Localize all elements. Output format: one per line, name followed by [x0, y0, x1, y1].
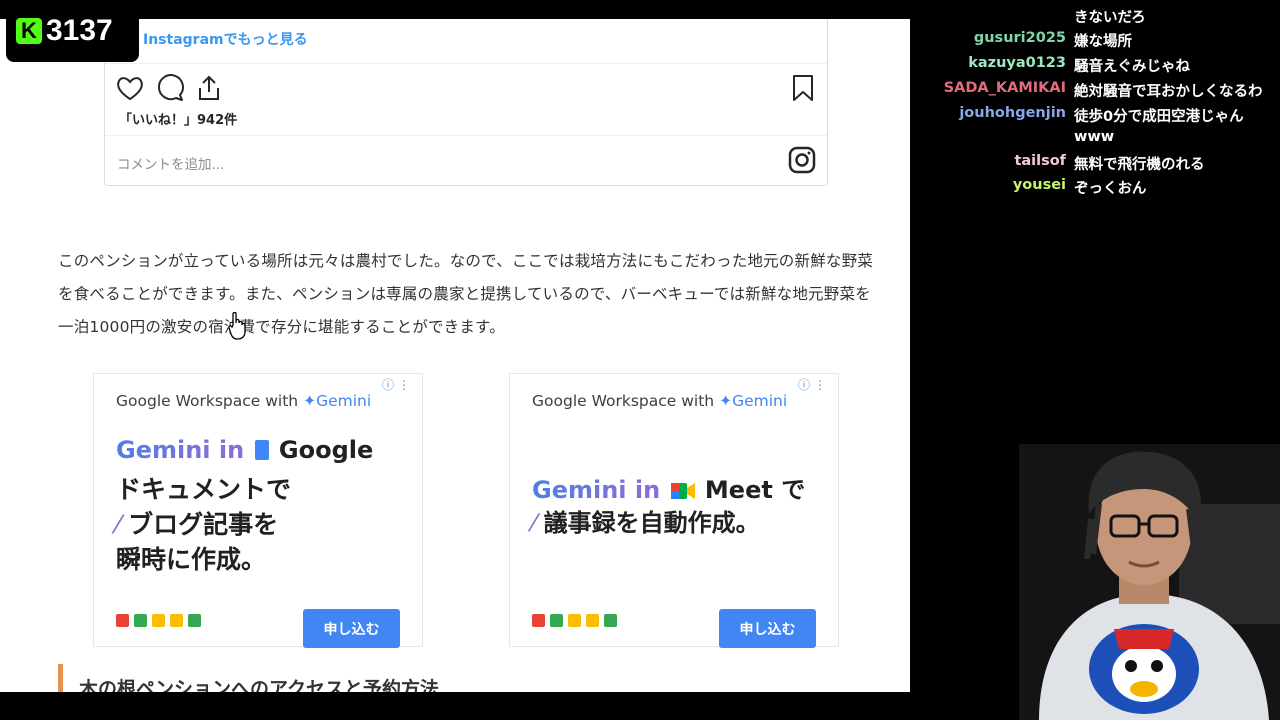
gemini-spark-icon: ✦: [303, 392, 317, 410]
ad-brand: Google Workspace with ✦Gemini: [116, 392, 372, 410]
instagram-embed: Instagramでもっと見る 「いいね！」942件 コメントを追加...: [104, 19, 828, 186]
google-docs-icon: [254, 440, 269, 460]
gmail-icon: [116, 614, 129, 627]
divider: [105, 63, 827, 64]
ad-brand: Google Workspace with ✦Gemini: [532, 392, 788, 410]
meet-icon: [188, 614, 201, 627]
webpage-viewport: Instagramでもっと見る 「いいね！」942件 コメントを追加... この…: [0, 19, 910, 692]
share-icon[interactable]: [194, 73, 224, 103]
section-heading: 木の根ペンションへのアクセスと予約方法: [58, 664, 439, 692]
drive-icon: [152, 614, 165, 627]
google-meet-icon: [670, 483, 695, 499]
like-count: 「いいね！」942件: [119, 113, 238, 128]
heart-icon[interactable]: [115, 73, 145, 103]
pen-icon: ⁄: [116, 510, 129, 539]
webcam-feed: [1019, 444, 1280, 720]
instagram-icon[interactable]: [788, 146, 816, 174]
gemini-spark-icon: ✦: [719, 392, 733, 410]
ad-body: ドキュメントで ⁄ ブログ記事を 瞬時に作成。: [116, 475, 292, 574]
comment-icon[interactable]: [155, 73, 185, 103]
hand-cursor-icon: [228, 311, 246, 340]
ad-info-icon[interactable]: ⓘ⋮: [798, 376, 830, 393]
gmail-icon: [532, 614, 545, 627]
kick-logo-icon: K: [16, 18, 42, 44]
sheets-icon: [550, 614, 563, 627]
ad-gemini-meet[interactable]: ⓘ⋮ Google Workspace with ✦Gemini Gemini …: [509, 373, 839, 648]
meet-icon: [604, 614, 617, 627]
comment-input[interactable]: コメントを追加...: [117, 153, 224, 173]
keep-icon: [170, 614, 183, 627]
streamer-webcam-image: [1019, 444, 1280, 720]
ad-body: ⁄ 議事録を自動作成。: [532, 509, 760, 537]
ad-apply-button[interactable]: 申し込む: [719, 609, 816, 648]
viewer-count: 3137: [46, 14, 113, 47]
workspace-app-icons: [116, 614, 201, 627]
bookmark-icon[interactable]: [788, 73, 818, 103]
article-paragraph: このペンションが立っている場所は元々は農村でした。なので、ここでは栽培方法にもこ…: [58, 251, 874, 336]
workspace-app-icons: [532, 614, 617, 627]
viewer-count-badge: K 3137: [6, 6, 139, 62]
divider: [105, 135, 827, 136]
ad-title: Gemini in Google: [116, 436, 374, 464]
ad-info-icon[interactable]: ⓘ⋮: [382, 376, 414, 393]
ad-apply-button[interactable]: 申し込む: [303, 609, 400, 648]
keep-icon: [586, 614, 599, 627]
ad-title: Gemini in Meet で: [532, 476, 806, 504]
pen-icon: ⁄: [532, 509, 544, 537]
sheets-icon: [134, 614, 147, 627]
ad-gemini-docs[interactable]: ⓘ⋮ Google Workspace with ✦Gemini Gemini …: [93, 373, 423, 648]
instagram-more-link[interactable]: Instagramでもっと見る: [143, 29, 308, 49]
drive-icon: [568, 614, 581, 627]
